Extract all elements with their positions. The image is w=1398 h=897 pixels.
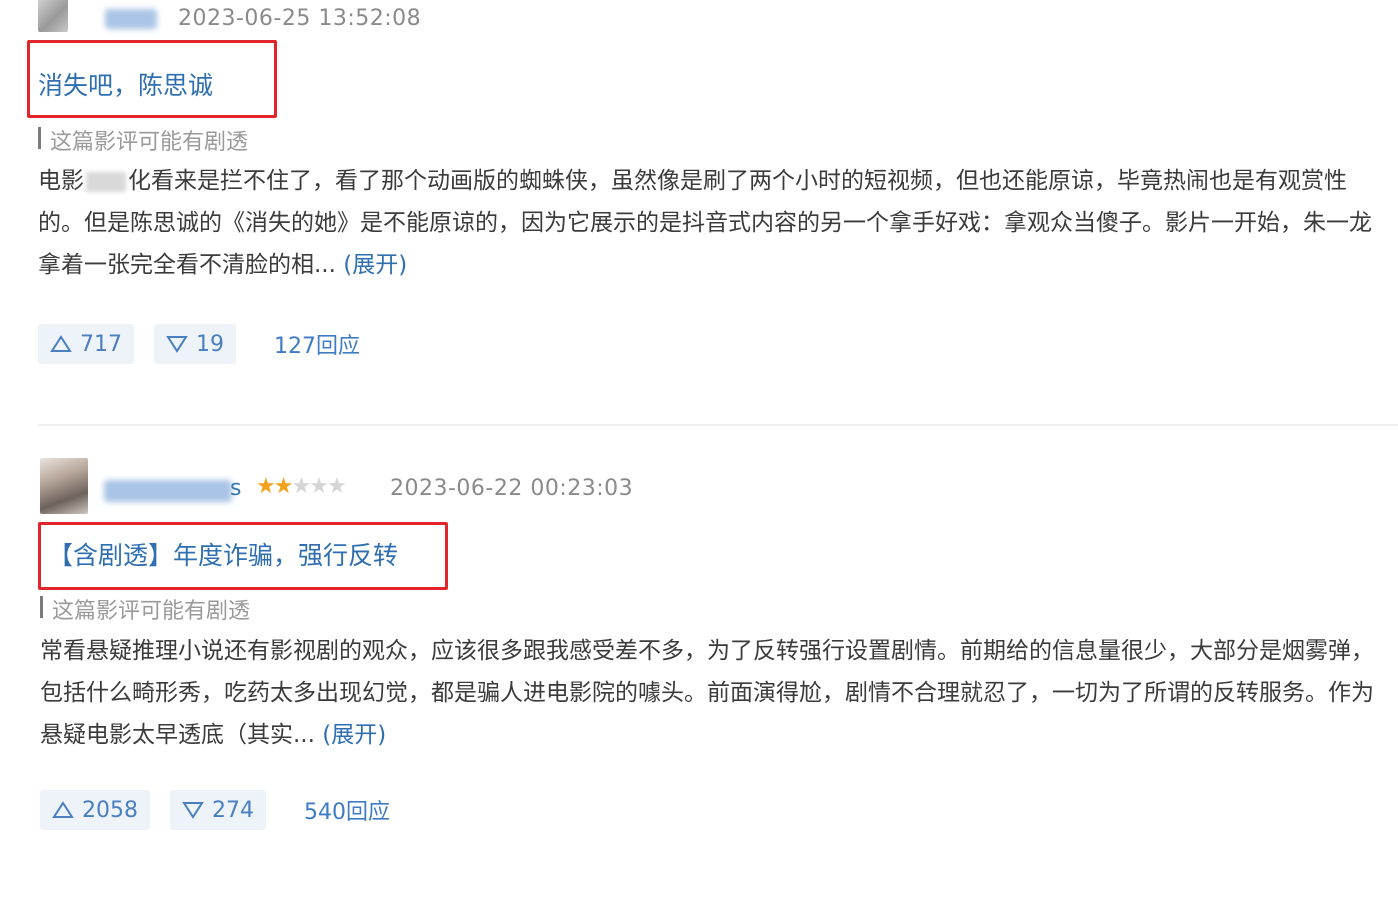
downvote-count: 19 <box>196 331 224 357</box>
review-timestamp: 2023-06-25 13:52:08 <box>178 6 422 31</box>
review-actions: 2058 274 540回应 <box>40 790 390 830</box>
review-body: 电影 化看来是拦不住了，看了那个动画版的蜘蛛侠，虽然像是刷了两个小时的短视频，但也… <box>38 160 1388 286</box>
review-timestamp: 2023-06-22 00:23:03 <box>390 476 634 501</box>
username-redacted[interactable] <box>105 9 157 29</box>
upvote-button[interactable]: 717 <box>38 324 134 364</box>
upvote-count: 2058 <box>82 797 138 823</box>
review-body: 常看悬疑推理小说还有影视剧的观众，应该很多跟我感受差不多，为了反转强行设置剧情。… <box>40 630 1390 756</box>
downvote-button[interactable]: 274 <box>170 790 266 830</box>
spoiler-warning: 这篇影评可能有剧透 <box>40 593 250 625</box>
expand-link[interactable]: (展开) <box>343 252 407 278</box>
divider <box>38 424 1398 426</box>
redacted-text <box>86 171 126 192</box>
replies-link[interactable]: 127回应 <box>274 328 360 360</box>
star-filled-icon: ★ <box>256 474 276 499</box>
triangle-up-icon <box>52 801 74 818</box>
downvote-button[interactable]: 19 <box>154 324 236 364</box>
downvote-count: 274 <box>212 797 254 823</box>
review-title[interactable]: 消失吧，陈思诚 <box>38 66 213 102</box>
upvote-count: 717 <box>80 331 122 357</box>
review-title[interactable]: 【含剧透】年度诈骗，强行反转 <box>48 536 398 572</box>
body-main: 常看悬疑推理小说还有影视剧的观众，应该很多跟我感受差不多，为了反转强行设置剧情。… <box>40 638 1374 748</box>
triangle-up-icon <box>50 335 72 352</box>
review-item: 2023-06-25 13:52:08 消失吧，陈思诚 这篇影评可能有剧透 电影… <box>0 0 1398 420</box>
star-empty-icon: ★ <box>291 474 311 499</box>
star-filled-icon: ★ <box>273 474 294 499</box>
review-actions: 717 19 127回应 <box>38 324 360 364</box>
expand-link[interactable]: (展开) <box>322 722 386 748</box>
avatar[interactable] <box>38 0 68 32</box>
username-redacted[interactable] <box>104 480 232 502</box>
body-prefix: 电影 <box>38 168 84 194</box>
triangle-down-icon <box>166 336 188 353</box>
triangle-down-icon <box>182 802 204 819</box>
avatar[interactable] <box>40 458 88 514</box>
star-rating: ★★★★★ <box>256 474 347 499</box>
upvote-button[interactable]: 2058 <box>40 790 150 830</box>
body-main: 化看来是拦不住了，看了那个动画版的蜘蛛侠，虽然像是刷了两个小时的短视频，但也还能… <box>38 168 1372 278</box>
replies-link[interactable]: 540回应 <box>304 794 390 826</box>
star-empty-icon: ★ <box>309 474 329 499</box>
review-item: s ★★★★★ 2023-06-22 00:23:03 【含剧透】年度诈骗，强行… <box>0 440 1398 897</box>
username-visible-part[interactable]: s <box>230 476 241 501</box>
star-empty-icon: ★ <box>326 474 347 499</box>
spoiler-warning: 这篇影评可能有剧透 <box>38 124 248 156</box>
